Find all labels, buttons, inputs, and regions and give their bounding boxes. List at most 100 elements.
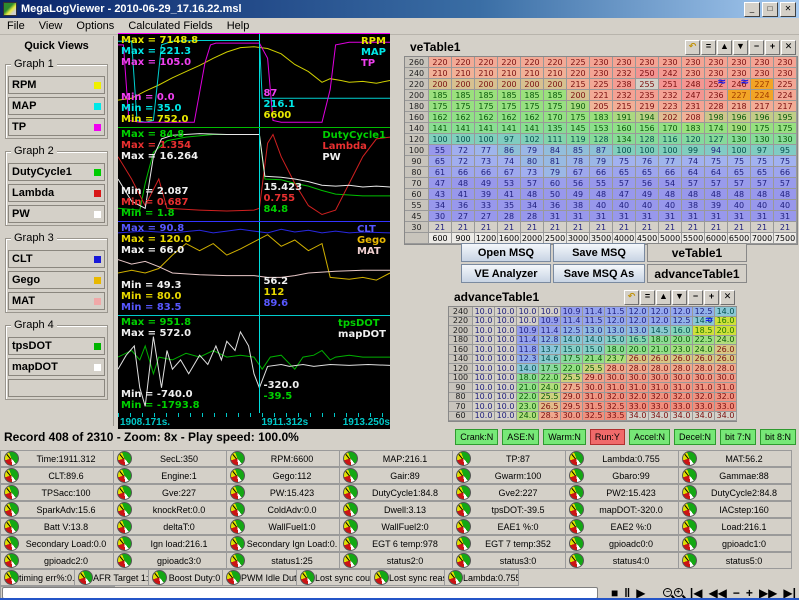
gauge-cell-eae1[interactable]: EAE1 %:0 xyxy=(452,518,566,535)
ve-table-cell[interactable]: 215 xyxy=(567,79,590,90)
menu-help[interactable]: Help xyxy=(220,19,257,33)
ve-table-cell[interactable]: 64 xyxy=(705,167,728,178)
advance-table-cell[interactable]: 11.4 xyxy=(561,317,583,327)
ve-table-cell[interactable]: 21 xyxy=(751,222,774,233)
ve-table-cell[interactable]: 50 xyxy=(544,189,567,200)
advance-table-cell[interactable]: 15.0 xyxy=(605,336,627,346)
advance-table-cell[interactable]: 10.0 xyxy=(495,355,517,365)
ve-table-cell[interactable]: 72 xyxy=(452,145,475,156)
ve-table-cell[interactable]: 48 xyxy=(705,189,728,200)
ve-table-cell[interactable]: 102 xyxy=(521,134,544,145)
ve-table-cell[interactable]: 183 xyxy=(682,123,705,134)
advance-table-cell[interactable]: 27.5 xyxy=(561,383,583,393)
advance-table-cell[interactable]: 12.5 xyxy=(561,326,583,336)
ve-table-cell[interactable]: 175 xyxy=(452,101,475,112)
ve-table-cell[interactable]: 31 xyxy=(774,211,797,222)
ve-table-cell[interactable]: 31 xyxy=(567,211,590,222)
gauge-cell-status3[interactable]: status3:0 xyxy=(452,552,566,569)
advance-table-cell[interactable]: 13.0 xyxy=(605,326,627,336)
close-icon[interactable]: ✕ xyxy=(781,40,796,55)
advance-table-cell[interactable]: 10.0 xyxy=(495,374,517,384)
ve-table-cell[interactable]: 57 xyxy=(751,178,774,189)
advance-table-cell[interactable]: 26.5 xyxy=(539,402,561,412)
advance-table-cell[interactable]: 29.0 xyxy=(583,374,605,384)
ve-table-cell[interactable]: 210 xyxy=(498,68,521,79)
ve-table-cell[interactable]: 35 xyxy=(498,200,521,211)
ve-table-cell[interactable]: 218 xyxy=(728,101,751,112)
ve-table-cell[interactable]: 31 xyxy=(682,211,705,222)
ve-table-cell[interactable]: 200 xyxy=(452,79,475,90)
ve-table-cell[interactable]: 100 xyxy=(475,134,498,145)
ve-table-cell[interactable]: 41 xyxy=(498,189,521,200)
advance-table-cell[interactable]: 10.0 xyxy=(473,317,495,327)
ve-table-cell[interactable]: 196 xyxy=(751,112,774,123)
advance-table-cell[interactable]: 10.0 xyxy=(495,317,517,327)
advance-table-cell[interactable]: 30.0 xyxy=(649,374,671,384)
ve-table-cell[interactable]: 34 xyxy=(429,200,452,211)
ve-table-cell[interactable]: 38 xyxy=(682,200,705,211)
ve-table-cell[interactable]: 227 xyxy=(751,79,774,90)
undo-icon[interactable]: ↶ xyxy=(685,40,700,55)
ve-table-cell[interactable]: 200 xyxy=(475,79,498,90)
ve-table-cell[interactable]: 215 xyxy=(613,101,636,112)
ve-table-cell[interactable]: 81 xyxy=(544,156,567,167)
advance-table-cell[interactable]: 18.5 xyxy=(693,326,715,336)
ve-table-cell[interactable]: 40 xyxy=(774,200,797,211)
ve-table-cell[interactable]: 53 xyxy=(498,178,521,189)
advance-table-cell[interactable]: 28.0 xyxy=(715,364,737,374)
advance-table-cell[interactable]: 20.0 xyxy=(715,326,737,336)
ve-table-cell[interactable]: 48 xyxy=(774,189,797,200)
advance-table-cell[interactable]: 22.0 xyxy=(539,374,561,384)
gauge-cell-time[interactable]: Time:1911.312 xyxy=(0,450,114,467)
gauge-cell-dutycycle1[interactable]: DutyCycle1:84.8 xyxy=(339,484,453,501)
advance-table-cell[interactable]: 34.0 xyxy=(649,412,671,422)
ve-table-cell[interactable]: 40 xyxy=(751,200,774,211)
ve-table-cell[interactable]: 94 xyxy=(705,145,728,156)
advance-table-cell[interactable]: 15.0 xyxy=(583,345,605,355)
ve-table-cell[interactable]: 31 xyxy=(590,211,613,222)
save-msq-as-button[interactable]: Save MSQ As xyxy=(553,264,645,283)
advance-table-cell[interactable]: 12.0 xyxy=(649,307,671,317)
ve-table-cell[interactable]: 48 xyxy=(728,189,751,200)
undo-icon[interactable]: ↶ xyxy=(624,290,639,305)
gauge-cell-gbaro[interactable]: Gbaro:99 xyxy=(565,467,679,484)
ve-table-cell[interactable]: 28 xyxy=(521,211,544,222)
advance-table-cell[interactable]: 13.7 xyxy=(539,345,561,355)
advance-table-cell[interactable]: 17.5 xyxy=(539,364,561,374)
ve-table-cell[interactable]: 100 xyxy=(728,145,751,156)
advance-table-cell[interactable]: 10.0 xyxy=(495,336,517,346)
gauge-cell-status1[interactable]: status1:25 xyxy=(226,552,340,569)
advance-table-cell[interactable]: 33.0 xyxy=(649,402,671,412)
ve-table-cell[interactable]: 247 xyxy=(682,90,705,101)
ve-table-cell[interactable]: 31 xyxy=(659,211,682,222)
advance-table-cell[interactable]: 28.0 xyxy=(671,364,693,374)
advance-table-cell[interactable]: 20.0 xyxy=(627,345,649,355)
ve-table-cell[interactable]: 47 xyxy=(429,178,452,189)
advance-table-cell[interactable]: 31.5 xyxy=(583,402,605,412)
ve-table-cell[interactable]: 54 xyxy=(659,178,682,189)
gauge-cell-mat[interactable]: MAT:56.2 xyxy=(678,450,792,467)
advance-table-cell[interactable]: 33.0 xyxy=(693,402,715,412)
advance-table-cell[interactable]: 33.0 xyxy=(627,402,649,412)
ve-table-cell[interactable]: 21 xyxy=(590,222,613,233)
ve-table-cell[interactable]: 251 xyxy=(659,79,682,90)
ve-table-cell[interactable]: 65 xyxy=(636,167,659,178)
advance-table-cell[interactable]: 32.0 xyxy=(649,393,671,403)
ve-table-cell[interactable]: 198 xyxy=(705,112,728,123)
advance-table-cell[interactable]: 20.0 xyxy=(671,336,693,346)
step-plus-button[interactable]: + xyxy=(743,587,756,599)
advance-table-cell[interactable]: 32.0 xyxy=(693,393,715,403)
ve-table-cell[interactable]: 200 xyxy=(544,79,567,90)
ve-table-cell[interactable]: 185 xyxy=(521,90,544,101)
ve-table-cell[interactable]: 66 xyxy=(659,167,682,178)
ve-table-cell[interactable]: 48 xyxy=(521,189,544,200)
advance-table-cell[interactable]: 26.0 xyxy=(715,355,737,365)
advance-table-cell[interactable]: 11.5 xyxy=(605,307,627,317)
ve-table-cell[interactable]: 74 xyxy=(682,156,705,167)
gauge-cell-lambda[interactable]: Lambda:0.755 xyxy=(565,450,679,467)
zoom-out-icon[interactable]: − xyxy=(662,587,668,600)
ve-table-cell[interactable]: 27 xyxy=(452,211,475,222)
ve-table-cell[interactable]: 153 xyxy=(590,123,613,134)
menu-calculated-fields[interactable]: Calculated Fields xyxy=(121,19,219,33)
ve-table-cell[interactable]: 191 xyxy=(613,112,636,123)
